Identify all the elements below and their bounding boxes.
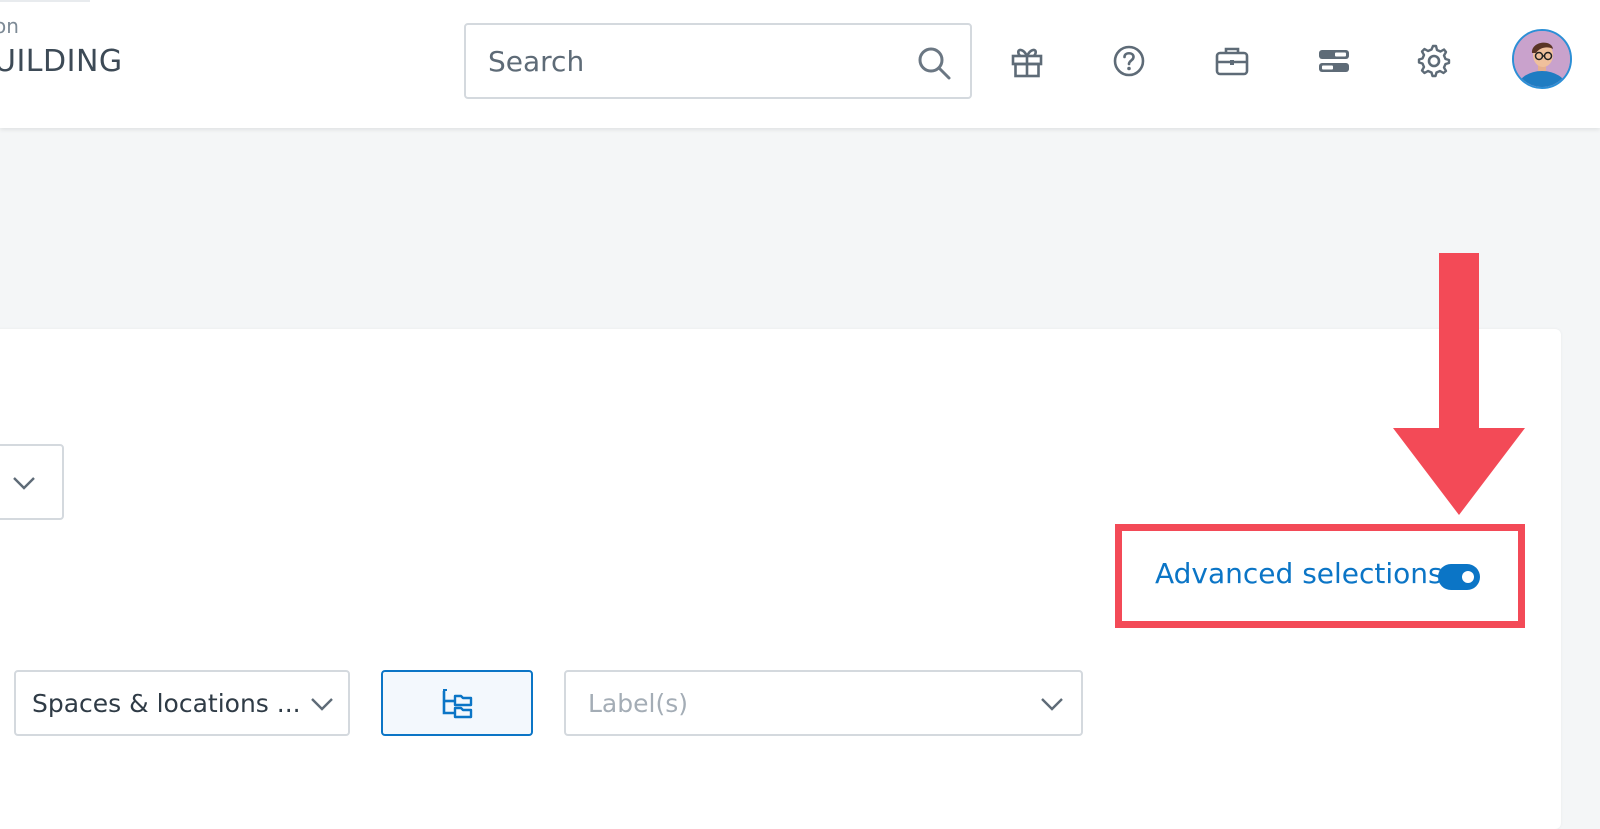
search-input[interactable]: Search xyxy=(464,23,972,99)
advanced-selections-toggle[interactable] xyxy=(1438,564,1480,590)
labels-placeholder: Label(s) xyxy=(588,689,688,718)
spaces-locations-select[interactable]: Spaces & locations ... xyxy=(14,670,350,736)
help-icon[interactable] xyxy=(1110,42,1148,80)
gear-icon[interactable] xyxy=(1415,42,1453,80)
chevron-down-icon xyxy=(13,477,35,490)
toggle-knob xyxy=(1462,571,1474,583)
chevron-down-icon xyxy=(311,698,333,711)
brand-title[interactable]: UILDING xyxy=(0,44,123,79)
brand-subtitle: on xyxy=(0,14,19,38)
search-icon[interactable] xyxy=(916,45,952,81)
annotation-arrow xyxy=(1393,253,1525,515)
search-placeholder: Search xyxy=(488,45,585,78)
tree-structure-icon xyxy=(442,689,473,719)
dropdown-select[interactable] xyxy=(0,444,64,520)
labels-select[interactable]: Label(s) xyxy=(564,670,1083,736)
spaces-select-value: Spaces & locations ... xyxy=(32,689,301,718)
advanced-selections-label[interactable]: Advanced selections xyxy=(1155,557,1443,590)
chevron-down-icon xyxy=(1041,698,1063,711)
top-header: on UILDING Search xyxy=(0,0,1600,128)
gift-icon[interactable] xyxy=(1008,42,1046,80)
briefcase-icon[interactable] xyxy=(1213,42,1251,80)
avatar-illustration xyxy=(1514,31,1570,87)
tree-view-button[interactable] xyxy=(381,670,533,736)
server-icon[interactable] xyxy=(1315,42,1353,80)
tab-indicator xyxy=(0,0,90,2)
user-avatar[interactable] xyxy=(1512,29,1572,89)
